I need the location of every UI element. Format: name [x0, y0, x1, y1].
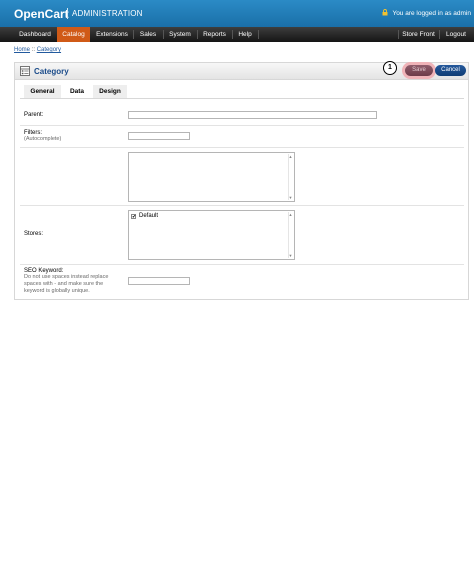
scrollbar[interactable]: [288, 154, 293, 200]
tab-data[interactable]: Data: [63, 85, 91, 98]
tabs-divider: [20, 98, 464, 99]
parent-input[interactable]: [128, 111, 377, 119]
menu-item-store-front[interactable]: Store Front: [399, 27, 438, 42]
seo-keyword-help: Do not use spaces instead replace spaces…: [24, 274, 109, 294]
logged-in-text: You are logged in as admin: [392, 10, 471, 17]
menu-item-dashboard[interactable]: Dashboard: [14, 27, 56, 42]
row-divider: [20, 264, 464, 265]
checkbox-checked-icon[interactable]: ✔: [131, 214, 136, 220]
menu-item-catalog[interactable]: Catalog: [57, 27, 90, 42]
filters-help: (Autocomplete): [24, 136, 62, 142]
lock-icon: [382, 9, 388, 18]
menu-divider: [258, 30, 259, 39]
menu-item-help[interactable]: Help: [233, 27, 257, 42]
scroll-down-icon[interactable]: ▼: [288, 253, 293, 258]
scrollbar[interactable]: [288, 212, 293, 258]
scroll-down-icon[interactable]: ▼: [288, 195, 293, 200]
box-heading: Category: [15, 63, 468, 80]
row-divider: [20, 125, 464, 126]
seo-label-group: SEO Keyword: Do not use spaces instead r…: [24, 268, 120, 295]
app-subtitle: ADMINISTRATION: [72, 9, 143, 18]
store-option-label: Default: [139, 213, 159, 219]
scroll-up-icon[interactable]: ▲: [288, 212, 293, 217]
logged-in-status: You are logged in as admin: [382, 9, 471, 18]
step-marker: 1: [383, 61, 397, 75]
category-icon: [20, 66, 30, 78]
store-option-default[interactable]: ✔ Default: [131, 213, 159, 220]
stores-label: Stores:: [24, 231, 44, 237]
row-divider: [20, 147, 464, 148]
menu-item-reports[interactable]: Reports: [198, 27, 231, 42]
page-title: Category: [34, 67, 69, 76]
menu-item-extensions[interactable]: Extensions: [91, 27, 133, 42]
app-logo[interactable]: OpenCart: [14, 7, 69, 21]
main-menu: Dashboard Catalog Extensions Sales Syste…: [0, 27, 474, 42]
save-button[interactable]: Save: [405, 65, 433, 76]
row-divider: [20, 205, 464, 206]
tab-general[interactable]: General: [24, 85, 61, 98]
scroll-up-icon[interactable]: ▲: [288, 154, 293, 159]
parent-label: Parent:: [24, 112, 44, 118]
filters-input[interactable]: [128, 132, 190, 140]
cancel-button[interactable]: Cancel: [435, 65, 466, 76]
logo-divider: [67, 8, 68, 19]
seo-keyword-input[interactable]: [128, 277, 190, 285]
breadcrumb: Home :: Category: [14, 47, 61, 53]
filters-list-box[interactable]: ▲ ▼: [128, 152, 295, 202]
header-bar: OpenCart ADMINISTRATION You are logged i…: [0, 0, 474, 27]
breadcrumb-home[interactable]: Home: [14, 47, 30, 53]
menu-item-system[interactable]: System: [164, 27, 196, 42]
tab-design[interactable]: Design: [93, 85, 127, 98]
menu-item-sales[interactable]: Sales: [134, 27, 162, 42]
breadcrumb-separator: ::: [30, 47, 37, 53]
stores-list-box[interactable]: ✔ Default ▲ ▼: [128, 210, 295, 260]
breadcrumb-category[interactable]: Category: [37, 47, 61, 53]
filters-label-group: Filters: (Autocomplete): [24, 130, 61, 143]
menu-item-logout[interactable]: Logout: [440, 27, 472, 42]
